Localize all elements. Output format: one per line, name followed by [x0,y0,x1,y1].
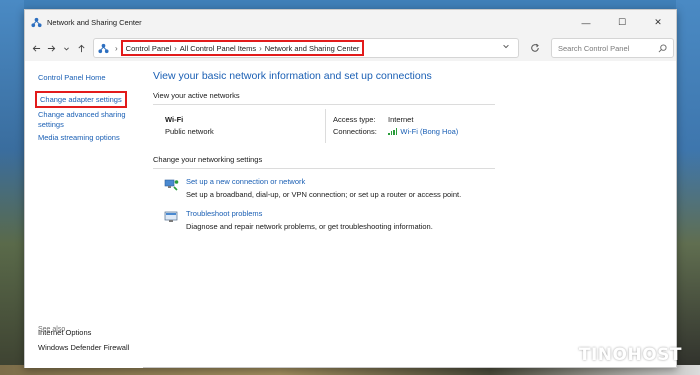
sidebar-media-streaming[interactable]: Media streaming options [25,133,143,143]
sidebar-change-adapter-settings[interactable]: Change adapter settings [35,91,127,108]
up-button[interactable] [74,38,89,58]
search-placeholder: Search Control Panel [558,43,630,53]
address-bar[interactable]: › Control Panel › All Control Panel Item… [93,38,519,58]
search-icon [658,43,667,52]
maximize-button[interactable]: ☐ [604,10,640,35]
recent-locations-button[interactable] [59,38,74,58]
main-panel: View your basic network information and … [143,61,676,368]
access-type-label: Access type: [333,115,376,124]
refresh-button[interactable] [525,38,545,58]
section-divider [153,104,495,105]
back-button[interactable] [29,38,44,58]
desktop-background-right [676,0,700,375]
network-category: Public network [165,127,214,136]
see-also-links: Internet Options Windows Defender Firewa… [25,328,129,358]
sidebar: Control Panel Home Change adapter settin… [25,61,143,368]
content-area: Control Panel Home Change adapter settin… [25,61,676,368]
refresh-icon [531,43,539,52]
breadcrumb-network-sharing-center[interactable]: Network and Sharing Center [265,44,360,53]
troubleshoot-description: Diagnose and repair network problems, or… [186,222,433,231]
search-input[interactable]: Search Control Panel [551,38,674,58]
chevron-right-icon[interactable]: › [259,44,262,53]
setup-connection-description: Set up a broadband, dial-up, or VPN conn… [186,190,462,199]
troubleshoot-link[interactable]: Troubleshoot problems [186,209,433,218]
chevron-down-icon [503,44,509,49]
setup-connection-link[interactable]: Set up a new connection or network [186,177,461,186]
navigation-toolbar: › Control Panel › All Control Panel Item… [25,35,676,61]
arrow-right-icon [47,44,56,52]
window-title: Network and Sharing Center [47,18,142,27]
sidebar-control-panel-home[interactable]: Control Panel Home [25,73,143,83]
wifi-signal-icon [388,128,398,135]
see-also-internet-options[interactable]: Internet Options [25,328,129,338]
breadcrumb-control-panel[interactable]: Control Panel [126,44,171,53]
connections-label: Connections: [333,127,377,136]
chevron-right-icon[interactable]: › [174,44,177,53]
active-networks-label: View your active networks [153,91,240,100]
wifi-connection-name: Wi-Fi (Bong Hoa) [400,127,459,136]
breadcrumb-all-items[interactable]: All Control Panel Items [180,44,256,53]
section-divider [153,168,495,169]
network-app-icon [31,17,42,28]
arrow-left-icon [32,44,41,52]
task-troubleshoot: Troubleshoot problems Diagnose and repai… [153,209,676,231]
access-type-value: Internet [388,115,414,124]
watermark-logo: TINOHOST [578,345,682,365]
sidebar-change-advanced-sharing[interactable]: Change advanced sharing settings [25,110,135,130]
active-network-card: Wi-Fi Public network Access type: Intern… [153,109,676,143]
network-sharing-center-window: Network and Sharing Center — ☐ ✕ › Contr… [24,9,677,368]
network-location-icon [98,43,109,53]
page-title: View your basic network information and … [153,70,432,82]
network-name: Wi-Fi [165,115,184,124]
breadcrumb: Control Panel › All Control Panel Items … [120,40,365,56]
close-button[interactable]: ✕ [640,10,676,35]
minimize-button[interactable]: — [568,10,604,35]
change-settings-label: Change your networking settings [153,155,263,164]
chevron-down-icon [64,47,69,50]
wifi-connection-link[interactable]: Wi-Fi (Bong Hoa) [388,127,458,136]
address-dropdown-button[interactable] [502,42,510,52]
arrow-up-icon [78,44,85,52]
desktop-background-left [0,0,24,375]
see-also-windows-firewall[interactable]: Windows Defender Firewall [25,343,129,353]
troubleshoot-icon [164,211,178,222]
title-bar[interactable]: Network and Sharing Center — ☐ ✕ [25,10,676,35]
task-setup-connection: Set up a new connection or network Set u… [153,177,676,199]
chevron-right-icon: › [115,43,118,53]
forward-button[interactable] [44,38,59,58]
new-connection-icon [164,179,179,191]
